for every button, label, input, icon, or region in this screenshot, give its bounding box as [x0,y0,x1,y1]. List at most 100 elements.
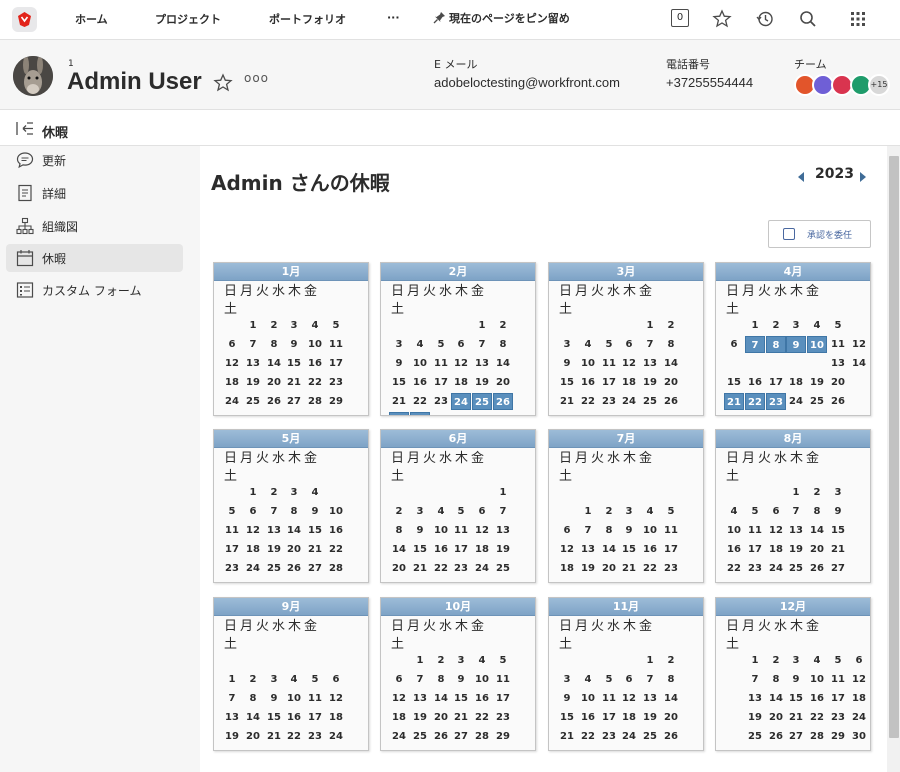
calendar-day[interactable]: 1 [640,317,660,334]
calendar-day[interactable]: 9 [828,503,848,520]
calendar-day[interactable]: 22 [284,728,304,745]
calendar-day[interactable]: 11 [305,690,325,707]
calendar-day[interactable]: 7 [410,671,430,688]
calendar-day[interactable]: 3 [619,503,639,520]
team-more-count[interactable]: +15 [868,74,890,96]
calendar-day[interactable]: 2 [264,484,284,501]
time-off-day[interactable]: 7 [745,336,765,353]
calendar-day[interactable]: 1 [640,652,660,669]
calendar-day[interactable]: 19 [640,374,660,391]
calendar-day[interactable]: 11 [599,355,619,372]
calendar-day[interactable]: 23 [305,728,325,745]
calendar-day[interactable]: 12 [222,355,242,372]
calendar-day[interactable]: 14 [599,541,619,558]
calendar-day[interactable]: 5 [599,671,619,688]
calendar-day[interactable]: 15 [619,541,639,558]
calendar-day[interactable]: 19 [472,374,492,391]
calendar-day[interactable]: 15 [557,374,577,391]
calendar-day[interactable]: 24 [472,560,492,577]
sidebar-item-org-chart[interactable]: 組織図 [6,212,183,240]
calendar-day[interactable]: 21 [284,374,304,391]
calendar-day[interactable]: 16 [724,541,744,558]
calendar-day[interactable]: 4 [284,671,304,688]
calendar-day[interactable]: 22 [305,374,325,391]
calendar-day[interactable]: 4 [578,336,598,353]
calendar-day[interactable]: 19 [243,374,263,391]
calendar-day[interactable]: 3 [264,671,284,688]
calendar-day[interactable]: 13 [222,709,242,726]
calendar-day[interactable]: 15 [828,522,848,539]
calendar-day[interactable]: 16 [284,709,304,726]
calendar-day[interactable]: 6 [724,336,744,353]
workfront-logo[interactable] [12,7,37,32]
calendar-day[interactable]: 21 [828,541,848,558]
calendar-day[interactable]: 4 [305,484,325,501]
calendar-day[interactable]: 10 [578,690,598,707]
calendar-day[interactable]: 23 [451,560,471,577]
time-off-day[interactable]: 24 [451,393,471,410]
sidebar-item-details[interactable]: 詳細 [6,179,183,207]
calendar-day[interactable]: 1 [745,317,765,334]
calendar-day[interactable]: 17 [326,355,346,372]
calendar-day[interactable]: 3 [557,671,577,688]
calendar-day[interactable]: 1 [243,484,263,501]
time-off-day[interactable]: 26 [493,393,513,410]
calendar-day[interactable]: 15 [305,522,325,539]
calendar-day[interactable]: 21 [557,393,577,410]
calendar-day[interactable]: 20 [284,541,304,558]
calendar-day[interactable]: 26 [431,728,451,745]
calendar-day[interactable]: 22 [326,541,346,558]
calendar-day[interactable]: 23 [326,374,346,391]
calendar-day[interactable]: 6 [619,336,639,353]
calendar-day[interactable]: 17 [493,690,513,707]
calendar-day[interactable]: 22 [472,709,492,726]
calendar-day[interactable]: 6 [451,336,471,353]
calendar-day[interactable]: 20 [264,374,284,391]
calendar-day[interactable]: 27 [305,560,325,577]
calendar-day[interactable]: 19 [222,728,242,745]
calendar-day[interactable]: 20 [493,374,513,391]
calendar-day[interactable]: 10 [472,671,492,688]
calendar-day[interactable]: 31 [410,747,430,750]
calendar-day[interactable]: 26 [807,560,827,577]
calendar-day[interactable]: 14 [243,709,263,726]
calendar-day[interactable]: 2 [807,484,827,501]
calendar-day[interactable]: 15 [410,541,430,558]
calendar-day[interactable]: 24 [326,728,346,745]
calendar-day[interactable]: 4 [640,503,660,520]
calendar-day[interactable]: 16 [745,374,765,391]
calendar-day[interactable]: 28 [305,393,325,410]
calendar-day[interactable]: 15 [389,374,409,391]
calendar-day[interactable]: 25 [222,747,242,750]
calendar-day[interactable]: 24 [222,393,242,410]
calendar-day[interactable]: 11 [451,522,471,539]
calendar-day[interactable]: 11 [326,336,346,353]
calendar-day[interactable]: 5 [599,336,619,353]
calendar-day[interactable]: 17 [766,374,786,391]
calendar-day[interactable]: 2 [493,317,513,334]
pin-page-button[interactable]: 現在のページをピン留め [433,10,570,26]
calendar-day[interactable]: 2 [243,671,263,688]
calendar-day[interactable]: 18 [766,541,786,558]
calendar-day[interactable]: 23 [431,393,451,410]
calendar-day[interactable]: 21 [451,709,471,726]
calendar-day[interactable]: 16 [305,355,325,372]
calendar-day[interactable]: 24 [389,728,409,745]
calendar-day[interactable]: 6 [766,503,786,520]
calendar-day[interactable]: 9 [264,690,284,707]
calendar-day[interactable]: 19 [807,374,827,391]
calendar-day[interactable]: 9 [305,503,325,520]
calendar-day[interactable]: 13 [472,355,492,372]
calendar-day[interactable]: 30 [326,747,346,750]
calendar-day[interactable]: 16 [640,541,660,558]
calendar-day[interactable]: 17 [599,709,619,726]
calendar-day[interactable]: 23 [661,560,681,577]
calendar-day[interactable]: 8 [493,336,513,353]
calendar-day[interactable]: 7 [493,503,513,520]
calendar-day[interactable]: 29 [305,747,325,750]
favorite-star-icon[interactable] [213,73,233,93]
calendar-day[interactable]: 13 [410,690,430,707]
calendar-day[interactable]: 1 [578,503,598,520]
calendar-day[interactable]: 15 [557,709,577,726]
calendar-day[interactable]: 11 [431,355,451,372]
